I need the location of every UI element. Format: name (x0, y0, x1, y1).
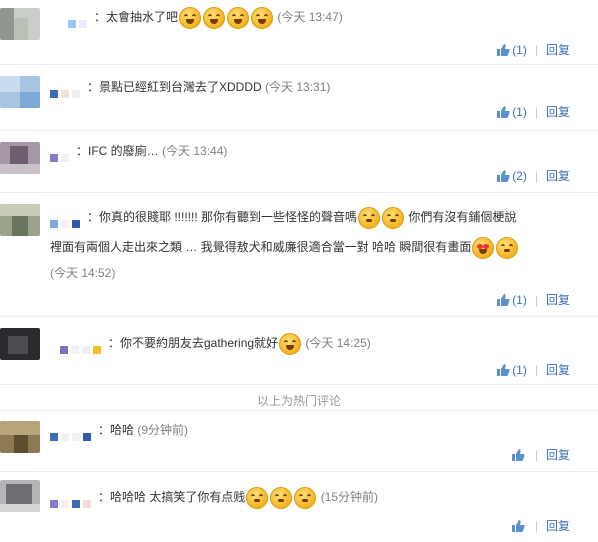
laughing-emoji-icon (279, 332, 302, 355)
like-button[interactable]: (1) (496, 42, 527, 58)
timestamp: (今天 13:47) (277, 10, 343, 24)
thumbs-up-icon (511, 520, 525, 532)
like-button[interactable]: (1) (496, 362, 527, 378)
comment-item: ：你不要約朋友去gathering就好 (今天 14:25) (1) | 回复 (0, 316, 598, 385)
comment-item: ：景點已經紅到台灣去了XDDDD (今天 13:31) (1) | 回复 (0, 64, 598, 131)
comment-feed: ：太會抽水了吧 (今天 13:47) (1) | 回复 ：景點已經紅到台灣去了XDD… (0, 0, 598, 542)
comment-item: ：你真的很賤耶 !!!!!!! 那你有聽到一些怪怪的聲音嗎 你們有沒有鋪個梗說 … (0, 192, 598, 317)
comment-item: ：太會抽水了吧 (今天 13:47) (1) | 回复 (0, 0, 598, 65)
thumbs-up-icon (497, 106, 510, 118)
thumbs-up-icon (511, 449, 525, 461)
like-count: (1) (512, 43, 527, 57)
shy-emoji-icon (358, 206, 381, 229)
reply-button[interactable]: 回复 (546, 363, 570, 377)
laughing-emoji-icon (179, 6, 202, 29)
timestamp: (今天 14:25) (305, 336, 371, 350)
shy-emoji-icon (496, 236, 519, 259)
comment-text: ：太會抽水了吧 (94, 10, 179, 24)
reply-button[interactable]: 回复 (546, 43, 570, 57)
comment-actions: (1) | 回复 (496, 292, 570, 308)
avatar[interactable] (0, 76, 40, 108)
like-button[interactable] (511, 447, 527, 463)
thumbs-up-icon (497, 44, 510, 56)
reply-button[interactable]: 回复 (546, 105, 570, 119)
username[interactable] (50, 212, 83, 228)
reply-button[interactable]: 回复 (546, 293, 570, 307)
comment-item: ：哈哈哈 太搞笑了你有点贱 (15分钟前) | 回复 (0, 470, 598, 542)
username[interactable] (60, 338, 104, 354)
avatar[interactable] (0, 480, 40, 512)
username[interactable] (68, 12, 90, 28)
comment-text: ：哈哈哈 太搞笑了你有点贱 (98, 490, 246, 504)
comment-text: 裡面有兩個人走出來之類 … 我覺得敖犬和威廉很適合當一對 哈哈 瞬間很有畫面 (50, 240, 472, 254)
shy-emoji-icon (270, 486, 293, 509)
thumbs-up-icon (497, 364, 510, 376)
reply-button[interactable]: 回复 (546, 169, 570, 183)
shy-emoji-icon (382, 206, 405, 229)
timestamp: (今天 13:31) (265, 80, 331, 94)
timestamp: (今天 13:44) (162, 144, 228, 158)
heart-eyes-emoji-icon (472, 236, 495, 259)
comment-text: ：景點已經紅到台灣去了XDDDD (87, 80, 262, 94)
shy-emoji-icon (246, 486, 269, 509)
laughing-emoji-icon (203, 6, 226, 29)
avatar[interactable] (0, 421, 40, 453)
comment-text: ：你真的很賤耶 !!!!!!! 那你有聽到一些怪怪的聲音嗎 (87, 210, 358, 224)
reply-button[interactable]: 回复 (546, 448, 570, 462)
like-button[interactable]: (1) (496, 292, 527, 308)
comment-actions: | 回复 (511, 447, 570, 463)
comment-actions: | 回复 (511, 518, 570, 534)
avatar[interactable] (0, 204, 40, 236)
thumbs-up-icon (497, 170, 510, 182)
avatar[interactable] (0, 142, 40, 174)
avatar[interactable] (0, 328, 40, 360)
comment-actions: (1) | 回复 (496, 362, 570, 378)
timestamp: (15分钟前) (320, 490, 379, 504)
comment-item: ：IFC 的廢廁… (今天 13:44) (2) | 回复 (0, 130, 598, 193)
thumbs-up-icon (497, 294, 510, 306)
username[interactable] (50, 82, 83, 98)
like-button[interactable]: (2) (496, 168, 527, 184)
like-count: (2) (512, 169, 527, 183)
like-count: (1) (512, 363, 527, 377)
username[interactable] (50, 425, 94, 441)
username[interactable] (50, 146, 72, 162)
like-button[interactable] (511, 518, 527, 534)
comment-text: ：哈哈 (98, 423, 135, 437)
comment-text: 你們有沒有鋪個梗說 (405, 210, 517, 224)
hot-comments-divider: 以上为热门评论 (256, 394, 341, 408)
comment-actions: (1) | 回复 (496, 104, 570, 120)
comment-item: ：哈哈 (9分钟前) | 回复 (0, 410, 598, 472)
laughing-emoji-icon (227, 6, 250, 29)
timestamp: (今天 14:52) (50, 266, 116, 280)
comment-actions: (1) | 回复 (496, 42, 570, 58)
like-count: (1) (512, 293, 527, 307)
laughing-emoji-icon (251, 6, 274, 29)
timestamp: (9分钟前) (137, 423, 189, 437)
comment-actions: (2) | 回复 (496, 168, 570, 184)
comment-text: ：IFC 的廢廁… (76, 144, 159, 158)
reply-button[interactable]: 回复 (546, 519, 570, 533)
username[interactable] (50, 492, 94, 508)
avatar[interactable] (0, 8, 40, 40)
like-count: (1) (512, 105, 527, 119)
like-button[interactable]: (1) (496, 104, 527, 120)
comment-text: ：你不要約朋友去gathering就好 (108, 336, 279, 350)
shy-emoji-icon (294, 486, 317, 509)
